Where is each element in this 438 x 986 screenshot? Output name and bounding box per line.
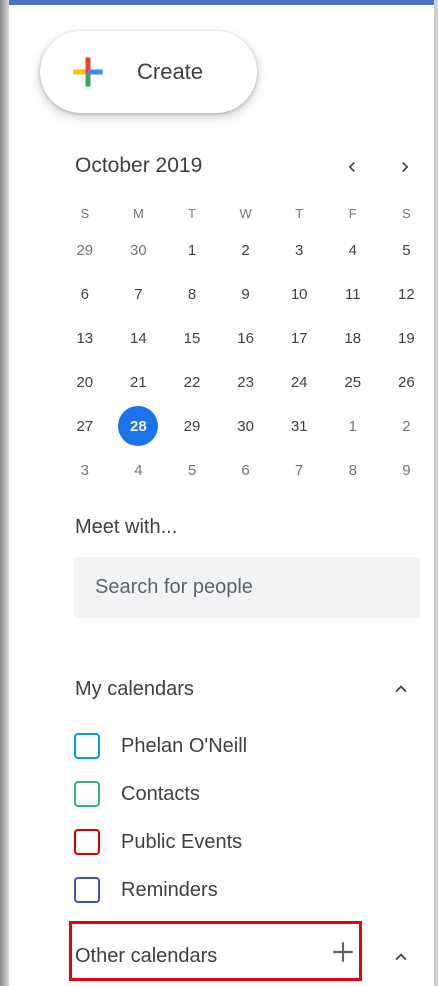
calendar-day[interactable]: 23 — [219, 360, 273, 404]
chevron-left-icon — [348, 162, 355, 172]
calendar-day[interactable]: 26 — [380, 360, 434, 404]
calendar-day[interactable]: 18 — [326, 316, 380, 360]
calendar-day[interactable]: 29 — [165, 404, 219, 448]
calendar-item-label: Reminders — [121, 878, 218, 901]
add-other-calendar-button[interactable] — [330, 939, 356, 965]
calendar-day[interactable]: 24 — [272, 360, 326, 404]
calendar-day[interactable]: 3 — [58, 448, 112, 492]
chevron-up-icon — [395, 953, 407, 961]
calendar-day[interactable]: 6 — [58, 272, 112, 316]
weekday-label: W — [239, 205, 252, 221]
calendar-day[interactable]: 5 — [165, 448, 219, 492]
calendar-checkbox[interactable] — [74, 877, 100, 903]
calendar-day[interactable]: 16 — [219, 316, 273, 360]
calendar-day[interactable]: 8 — [165, 272, 219, 316]
search-people-input[interactable]: Search for people — [74, 557, 420, 618]
calendar-checkbox[interactable] — [74, 733, 100, 759]
mini-calendar-grid: S M T W T F S 29 30 1 2 3 4 5 6 7 8 9 10 11 12 13 14 15 16 17 18 19… — [58, 198, 433, 492]
weekday-label: S — [402, 205, 411, 221]
calendar-week-row: 6 7 8 9 10 11 12 — [58, 272, 433, 316]
calendar-item[interactable]: Reminders — [74, 875, 218, 905]
chevron-right-icon — [402, 162, 409, 172]
calendar-day[interactable]: 7 — [112, 272, 166, 316]
calendar-day[interactable]: 29 — [58, 228, 112, 272]
calendar-day[interactable]: 2 — [380, 404, 434, 448]
calendar-day[interactable]: 7 — [272, 448, 326, 492]
calendar-day-today[interactable]: 28 — [112, 404, 166, 448]
calendar-day[interactable]: 19 — [380, 316, 434, 360]
calendar-day[interactable]: 27 — [58, 404, 112, 448]
calendar-day[interactable]: 31 — [272, 404, 326, 448]
calendar-day[interactable]: 14 — [112, 316, 166, 360]
weekday-label: M — [132, 205, 144, 221]
previous-month-button[interactable] — [335, 150, 369, 184]
calendar-day[interactable]: 2 — [219, 228, 273, 272]
calendar-day[interactable]: 9 — [380, 448, 434, 492]
weekday-label: T — [188, 205, 196, 221]
plus-multicolor-icon — [73, 57, 103, 87]
calendar-day[interactable]: 5 — [380, 228, 434, 272]
weekday-header-row: SMTWTFS — [58, 198, 433, 228]
next-month-button[interactable] — [388, 150, 422, 184]
create-label: Create — [137, 59, 204, 84]
meet-with-title: Meet with... — [75, 516, 178, 538]
calendar-checkbox[interactable] — [74, 829, 100, 855]
calendar-day[interactable]: 12 — [380, 272, 434, 316]
my-calendars-collapse-button[interactable] — [387, 675, 415, 703]
calendar-item[interactable]: Phelan O'Neill — [74, 731, 247, 761]
calendar-day[interactable]: 30 — [112, 228, 166, 272]
calendar-day[interactable]: 8 — [326, 448, 380, 492]
calendar-week-row: 3456789 — [58, 448, 433, 492]
calendar-day[interactable]: 10 — [272, 272, 326, 316]
chevron-up-icon — [395, 685, 407, 693]
other-calendars-collapse-button[interactable] — [387, 943, 415, 971]
calendar-day[interactable]: 20 — [58, 360, 112, 404]
mini-calendar-month: October 2019 — [75, 154, 203, 177]
weekday-label: S — [80, 205, 90, 221]
calendar-day[interactable]: 13 — [58, 316, 112, 360]
calendar-day[interactable]: 15 — [165, 316, 219, 360]
plus-icon — [333, 942, 353, 962]
calendar-day[interactable]: 3 — [272, 228, 326, 272]
calendar-day[interactable]: 4 — [112, 448, 166, 492]
calendar-day[interactable]: 1 — [165, 228, 219, 272]
calendar-item-label: Phelan O'Neill — [121, 734, 248, 757]
my-calendars-title: My calendars — [75, 678, 194, 700]
calendar-item-label: Public Events — [121, 830, 243, 853]
window-frame-left — [0, 0, 9, 986]
calendar-day[interactable]: 9 — [219, 272, 273, 316]
create-button[interactable]: Create — [40, 31, 257, 113]
calendar-week-row: 27 28 29 30 31 1 2 — [58, 404, 433, 448]
calendar-week-row: 29 30 1 2 3 4 5 — [58, 228, 433, 272]
calendar-day[interactable]: 17 — [272, 316, 326, 360]
calendar-day[interactable]: 4 — [326, 228, 380, 272]
window-frame-right — [434, 0, 438, 986]
calendar-item-label: Contacts — [121, 782, 200, 805]
calendar-day[interactable]: 30 — [219, 404, 273, 448]
calendar-item[interactable]: Contacts — [74, 779, 200, 809]
calendar-day[interactable]: 11 — [326, 272, 380, 316]
calendar-item[interactable]: Public Events — [74, 827, 242, 857]
calendar-checkbox[interactable] — [74, 781, 100, 807]
calendar-week-row: 13 14 15 16 17 18 19 — [58, 316, 433, 360]
window-frame-top — [9, 0, 438, 5]
calendar-day[interactable]: 6 — [219, 448, 273, 492]
search-people-placeholder: Search for people — [95, 576, 253, 598]
weekday-label: T — [295, 205, 304, 221]
calendar-week-row: 20 21 22 23 24 25 26 — [58, 360, 433, 404]
calendar-day[interactable]: 22 — [165, 360, 219, 404]
today-marker: 28 — [118, 406, 159, 446]
weekday-label: F — [348, 205, 357, 221]
calendar-day[interactable]: 25 — [326, 360, 380, 404]
other-calendars-highlight — [69, 921, 362, 981]
calendar-day[interactable]: 1 — [326, 404, 380, 448]
calendar-day[interactable]: 21 — [112, 360, 166, 404]
